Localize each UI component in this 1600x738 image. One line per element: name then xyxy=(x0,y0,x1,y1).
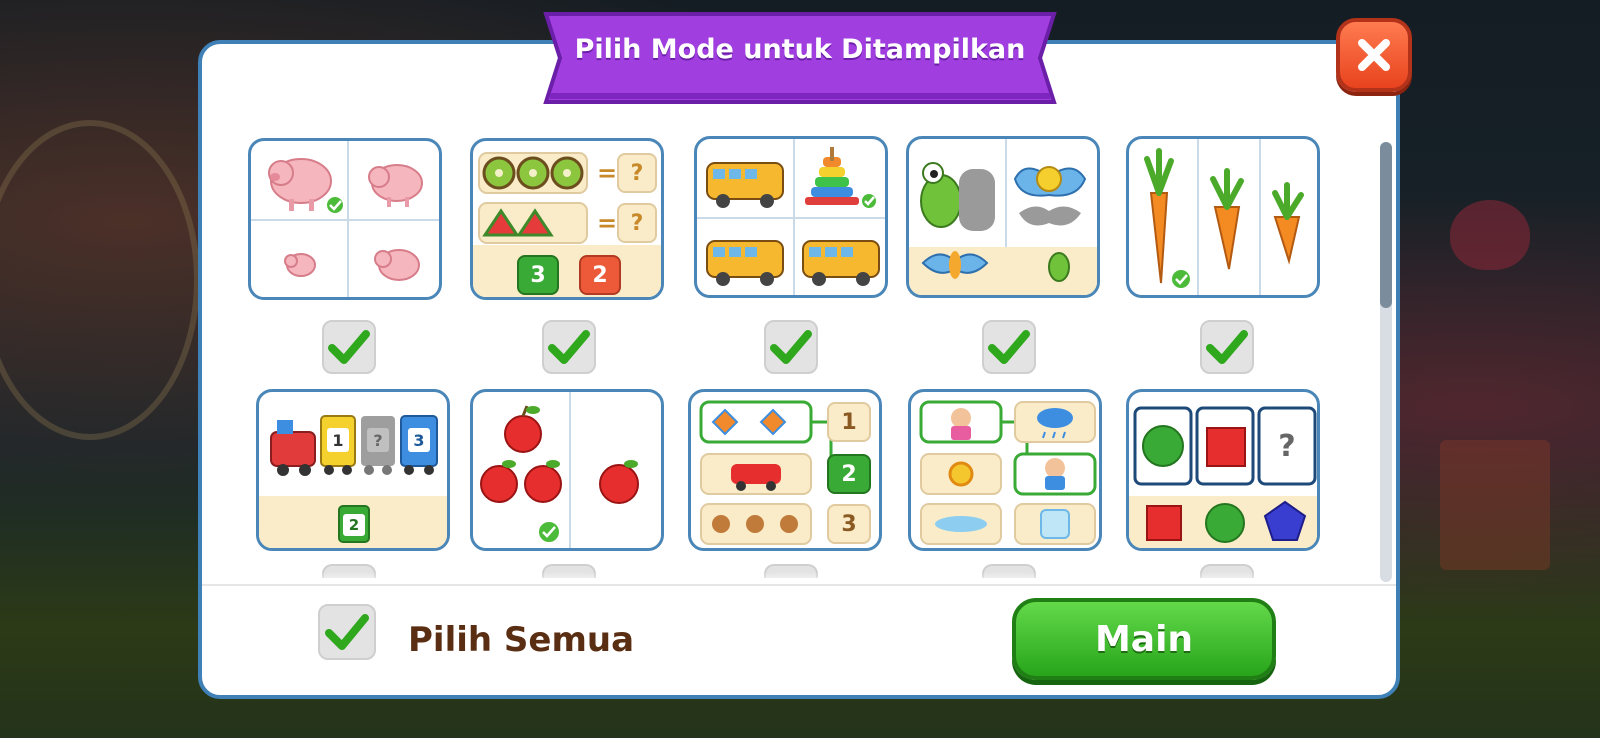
mode-checkbox[interactable] xyxy=(1200,320,1254,374)
number-tile: 1 xyxy=(827,402,871,442)
train-car-number: 1 xyxy=(327,428,349,452)
check-icon xyxy=(988,330,1030,364)
mode-card-size-compare[interactable] xyxy=(248,138,442,300)
mode-card-quantity-compare[interactable] xyxy=(470,389,664,551)
check-icon xyxy=(325,614,369,650)
mode-checkbox[interactable] xyxy=(982,320,1036,374)
mode-checkbox[interactable] xyxy=(764,320,818,374)
mode-card-odd-one-out[interactable] xyxy=(694,136,888,298)
carrot-size-icon xyxy=(1144,148,1304,290)
question-mark: ? xyxy=(1278,428,1296,464)
mode-card-association-match[interactable] xyxy=(908,389,1102,551)
mode-checkbox[interactable] xyxy=(322,320,376,374)
dialog-title: Pilih Mode untuk Ditampilkan xyxy=(574,34,1026,65)
frog-butterfly-shadow-icon xyxy=(920,162,1087,282)
mode-card-pattern-complete[interactable]: ? xyxy=(1126,389,1320,551)
mode-checkbox[interactable] xyxy=(542,320,596,374)
bus-ring-toy-icon xyxy=(706,147,880,286)
shape-pattern-icon xyxy=(1133,406,1317,543)
number-tile-selected: 2 xyxy=(827,454,871,494)
check-icon xyxy=(328,330,370,364)
mode-card-size-order[interactable] xyxy=(1126,136,1320,298)
train-car-number: 3 xyxy=(408,428,430,452)
ferris-wheel-decoration xyxy=(0,120,200,440)
check-icon xyxy=(1206,330,1248,364)
close-x-icon xyxy=(1358,39,1390,71)
check-icon xyxy=(548,330,590,364)
girl-cloud-sun-match-icon xyxy=(919,400,1097,545)
check-icon xyxy=(770,330,812,364)
select-all-checkbox[interactable] xyxy=(318,604,376,660)
mode-card-count-match[interactable]: 1 2 3 xyxy=(688,389,882,551)
scroll-fade xyxy=(202,572,1396,584)
mode-card-shadow-match[interactable] xyxy=(906,136,1100,298)
train-car-number: 2 xyxy=(343,514,365,536)
close-button[interactable] xyxy=(1336,18,1412,92)
answer-box: ? xyxy=(617,203,657,243)
number-tile-red: 2 xyxy=(579,255,621,295)
footer-divider xyxy=(202,584,1396,586)
apple-count-icon xyxy=(480,405,639,544)
answer-box: ? xyxy=(617,153,657,193)
gift-box-decoration xyxy=(1440,440,1550,570)
mode-grid: = = ? ? 3 2 1 ? 3 2 1 2 3 ? xyxy=(202,44,1396,584)
svg-text:=: = xyxy=(597,209,617,237)
number-tile: 3 xyxy=(827,504,871,544)
heart-balloon-decoration xyxy=(1450,200,1530,270)
svg-text:=: = xyxy=(597,159,617,187)
play-button-label: Main xyxy=(1094,618,1194,660)
pig-size-icon xyxy=(268,158,423,281)
number-tile-green: 3 xyxy=(517,255,559,295)
select-all-label: Pilih Semua xyxy=(408,620,635,660)
train-car-number: ? xyxy=(367,428,389,452)
mode-card-counting-compare[interactable]: = = ? ? 3 2 xyxy=(470,138,664,300)
mode-card-number-sequence[interactable]: 1 ? 3 2 xyxy=(256,389,450,551)
scrollbar-thumb[interactable] xyxy=(1380,142,1392,308)
play-button[interactable]: Main xyxy=(1012,598,1276,680)
